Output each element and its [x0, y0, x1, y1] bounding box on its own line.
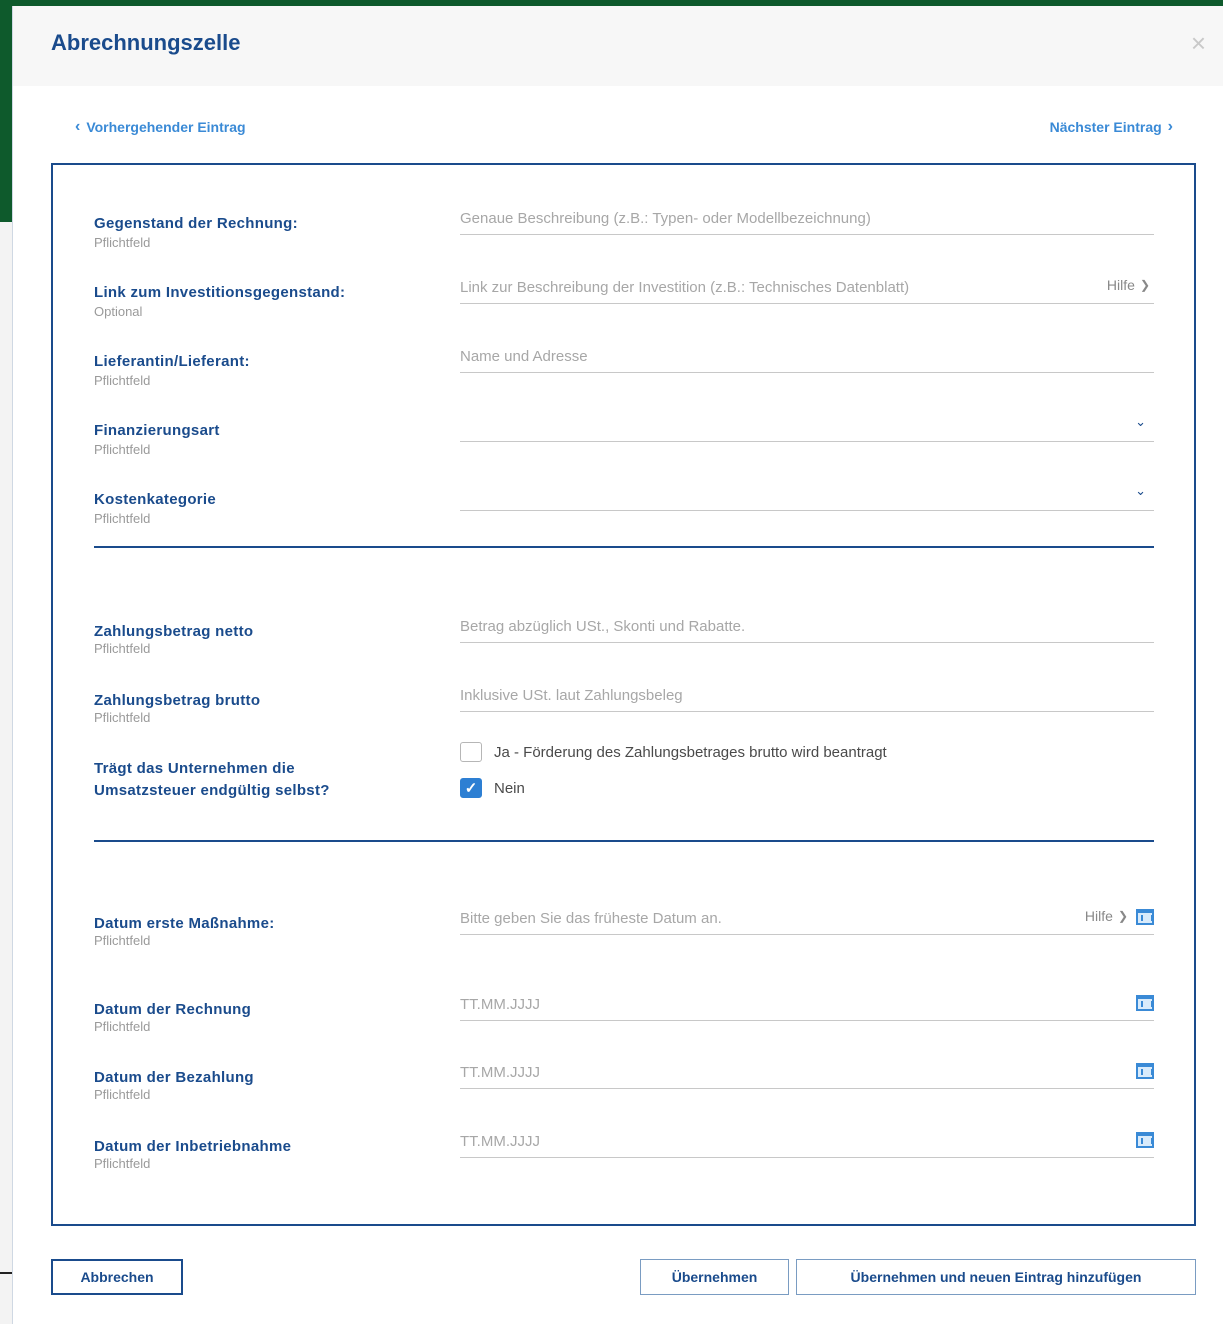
field-label: Link zum Investitionsgegenstand: [94, 284, 346, 301]
input-placeholder: Link zur Beschreibung der Investition (z… [460, 279, 910, 296]
dialog-title: Abrechnungszelle [51, 30, 241, 55]
form-panel: Gegenstand der Rechnung: Pflichtfeld Gen… [51, 163, 1196, 1226]
vat-option-no[interactable]: ✓ Nein [460, 778, 525, 798]
supplier-input[interactable]: Name und Adresse [460, 343, 1154, 373]
commissioning-date-input[interactable]: TT.MM.JJJJ [460, 1128, 1154, 1158]
dialog: Abrechnungszelle × ‹ Vorhergehender Eint… [12, 6, 1223, 1324]
close-icon[interactable]: × [1191, 30, 1206, 56]
input-placeholder: TT.MM.JJJJ [460, 1133, 540, 1150]
field-label: Kostenkategorie [94, 491, 217, 508]
vat-question-label-line2: Umsatzsteuer endgültig selbst? [94, 782, 330, 799]
field-label: Datum erste Maßnahme: [94, 915, 275, 932]
net-amount-input[interactable]: Betrag abzüglich USt., Skonti und Rabatt… [460, 613, 1154, 643]
checkbox-unchecked[interactable] [460, 742, 482, 762]
field-label: Datum der Inbetriebnahme [94, 1138, 292, 1155]
next-entry-label: Nächster Eintrag [1049, 119, 1162, 135]
input-placeholder: Inklusive USt. laut Zahlungsbeleg [460, 687, 683, 704]
field-requirement: Optional [94, 304, 143, 319]
input-placeholder: Genaue Beschreibung (z.B.: Typen- oder M… [460, 210, 871, 227]
input-placeholder: Bitte geben Sie das früheste Datum an. [460, 910, 722, 927]
section-divider [94, 840, 1154, 842]
field-label: Finanzierungsart [94, 422, 220, 439]
vat-question-label-line1: Trägt das Unternehmen die [94, 760, 295, 777]
payment-date-input[interactable]: TT.MM.JJJJ [460, 1059, 1154, 1089]
field-requirement: Pflichtfeld [94, 1156, 151, 1171]
input-placeholder: TT.MM.JJJJ [460, 996, 540, 1013]
checkbox-checked-icon[interactable]: ✓ [460, 778, 482, 798]
chevron-down-icon: ❯ [1139, 278, 1150, 292]
calendar-icon[interactable] [1136, 1063, 1154, 1079]
help-label: Hilfe [1084, 908, 1113, 924]
field-label: Gegenstand der Rechnung: [94, 215, 298, 232]
field-label: Zahlungsbetrag brutto [94, 692, 261, 709]
chevron-left-icon: ‹ [75, 118, 81, 135]
checkbox-label: Ja - Förderung des Zahlungsbetrages brut… [494, 743, 887, 761]
input-placeholder: TT.MM.JJJJ [460, 1064, 540, 1081]
field-requirement: Pflichtfeld [94, 511, 151, 526]
previous-entry-label: Vorhergehender Eintrag [86, 119, 246, 135]
apply-and-add-new-button[interactable]: Übernehmen und neuen Eintrag hinzufügen [796, 1259, 1196, 1295]
chevron-down-icon: ⌄ [1135, 414, 1146, 429]
investment-link-input[interactable]: Link zur Beschreibung der Investition (z… [460, 274, 1154, 304]
previous-entry-link[interactable]: ‹ Vorhergehender Eintrag [75, 118, 246, 136]
gross-amount-input[interactable]: Inklusive USt. laut Zahlungsbeleg [460, 682, 1154, 712]
field-label: Zahlungsbetrag netto [94, 623, 254, 640]
field-requirement: Pflichtfeld [94, 641, 151, 656]
calendar-icon[interactable] [1136, 909, 1154, 925]
help-toggle[interactable]: Hilfe ❯ [1085, 908, 1128, 924]
field-requirement: Pflichtfeld [94, 933, 151, 948]
calendar-icon[interactable] [1136, 1132, 1154, 1148]
field-requirement: Pflichtfeld [94, 1019, 151, 1034]
field-requirement: Pflichtfeld [94, 442, 151, 457]
checkbox-label: Nein [494, 779, 525, 797]
chevron-down-icon: ⌄ [1135, 483, 1146, 498]
subject-input[interactable]: Genaue Beschreibung (z.B.: Typen- oder M… [460, 205, 1154, 235]
calendar-icon[interactable] [1136, 995, 1154, 1011]
input-placeholder: Name und Adresse [460, 348, 588, 365]
field-requirement: Pflichtfeld [94, 235, 151, 250]
help-label: Hilfe [1106, 277, 1135, 293]
cancel-button[interactable]: Abbrechen [51, 1259, 183, 1295]
financing-type-select[interactable]: ⌄ [460, 412, 1154, 442]
chevron-down-icon: ❯ [1117, 909, 1128, 923]
apply-button[interactable]: Übernehmen [640, 1259, 789, 1295]
field-label: Datum der Bezahlung [94, 1069, 254, 1086]
section-divider [94, 546, 1154, 548]
form-row-vat-question: Trägt das Unternehmen die Umsatzsteuer e… [94, 742, 1154, 818]
help-toggle[interactable]: Hilfe ❯ [1107, 277, 1150, 293]
field-requirement: Pflichtfeld [94, 710, 151, 725]
input-placeholder: Betrag abzüglich USt., Skonti und Rabatt… [460, 618, 746, 635]
first-measure-date-input[interactable]: Bitte geben Sie das früheste Datum an. H… [460, 905, 1154, 935]
field-requirement: Pflichtfeld [94, 373, 151, 388]
field-label: Datum der Rechnung [94, 1001, 252, 1018]
field-label: Lieferantin/Lieferant: [94, 353, 250, 370]
chevron-right-icon: › [1167, 118, 1173, 135]
invoice-date-input[interactable]: TT.MM.JJJJ [460, 991, 1154, 1021]
cost-category-select[interactable]: ⌄ [460, 481, 1154, 511]
dialog-header: Abrechnungszelle × [13, 6, 1223, 86]
background-strip [0, 222, 12, 1324]
field-requirement: Pflichtfeld [94, 1087, 151, 1102]
vat-option-yes[interactable]: Ja - Förderung des Zahlungsbetrages brut… [460, 742, 887, 762]
next-entry-link[interactable]: Nächster Eintrag › [1050, 118, 1173, 136]
